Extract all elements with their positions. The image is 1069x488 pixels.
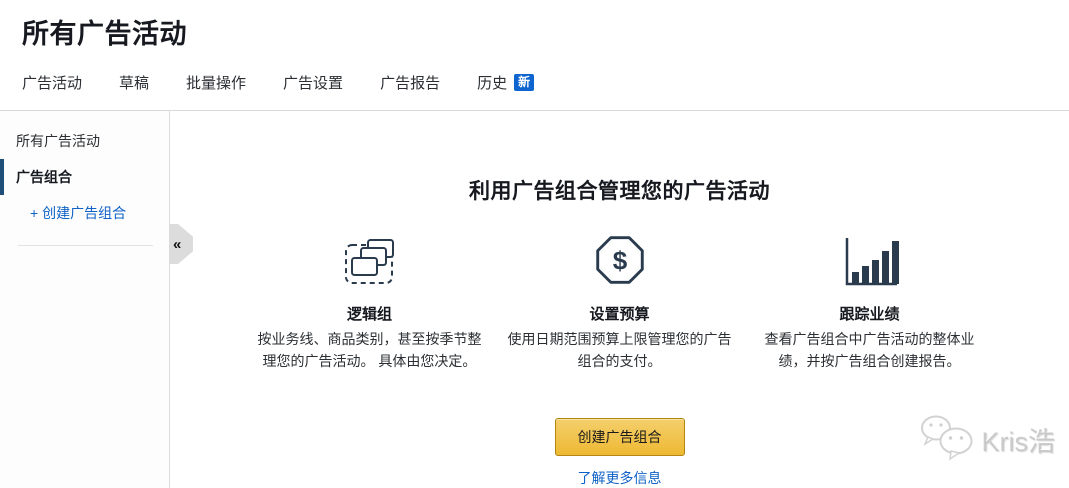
tab-drafts[interactable]: 草稿	[119, 72, 149, 93]
sidebar-create-portfolio-link[interactable]: + 创建广告组合	[0, 195, 169, 231]
feature-desc: 查看广告组合中广告活动的整体业绩，并按广告组合创建报告。	[764, 331, 975, 369]
sidebar-item-all-campaigns[interactable]: 所有广告活动	[0, 123, 169, 159]
feature-set-budget: $ 设置预算 使用日期范围预算上限管理您的广告组合的支付。	[502, 235, 738, 372]
tab-ad-settings[interactable]: 广告设置	[283, 72, 343, 93]
bar-chart-icon	[752, 235, 988, 287]
tab-bulk-operations[interactable]: 批量操作	[186, 72, 246, 93]
feature-desc: 使用日期范围预算上限管理您的广告组合的支付。	[507, 331, 732, 369]
header: 所有广告活动 广告活动 草稿 批量操作 广告设置 广告报告 历史 新	[0, 0, 1069, 111]
feature-track-performance: 跟踪业绩 查看广告组合中广告活动的整体业绩，并按广告组合创建报告。	[752, 235, 988, 372]
hero-heading: 利用广告组合管理您的广告活动	[469, 180, 770, 203]
main-panel: 利用广告组合管理您的广告活动 逻辑组 按业务线、商品类别，甚至按季节整理您的广告…	[170, 111, 1069, 488]
page: 所有广告活动 广告活动 草稿 批量操作 广告设置 广告报告 历史 新 所有广告活…	[0, 0, 1069, 488]
tab-campaigns[interactable]: 广告活动	[22, 72, 82, 93]
tab-history[interactable]: 历史 新	[477, 72, 535, 93]
feature-logical-group: 逻辑组 按业务线、商品类别，甚至按季节整理您的广告活动。 具体由您决定。	[252, 235, 488, 372]
page-title: 所有广告活动	[22, 19, 187, 49]
feature-title: 跟踪业绩	[839, 306, 900, 323]
sidebar-item-portfolios[interactable]: 广告组合	[0, 159, 169, 195]
logical-group-icon	[252, 235, 488, 287]
svg-text:$: $	[612, 246, 627, 276]
tab-history-label: 历史	[477, 75, 508, 92]
sidebar-divider	[18, 245, 153, 246]
tab-ad-reports[interactable]: 广告报告	[380, 72, 440, 93]
new-badge: 新	[514, 74, 535, 91]
feature-title: 逻辑组	[346, 306, 392, 323]
create-portfolio-button[interactable]: 创建广告组合	[554, 418, 685, 457]
budget-dollar-octagon-icon: $	[502, 235, 738, 287]
learn-more-link[interactable]: 了解更多信息	[578, 470, 662, 486]
feature-row: 逻辑组 按业务线、商品类别，甚至按季节整理您的广告活动。 具体由您决定。 $ 设…	[170, 235, 1069, 372]
feature-title: 设置预算	[589, 306, 650, 323]
sidebar: 所有广告活动 广告组合 + 创建广告组合	[0, 111, 170, 488]
tab-bar: 广告活动 草稿 批量操作 广告设置 广告报告 历史 新	[0, 51, 1069, 93]
feature-desc: 按业务线、商品类别，甚至按季节整理您的广告活动。 具体由您决定。	[257, 331, 482, 369]
content-area: 所有广告活动 广告组合 + 创建广告组合 « 利用广告组合管理您的广告活动 逻辑…	[0, 111, 1069, 488]
collapse-chevrons-icon: «	[173, 235, 182, 253]
